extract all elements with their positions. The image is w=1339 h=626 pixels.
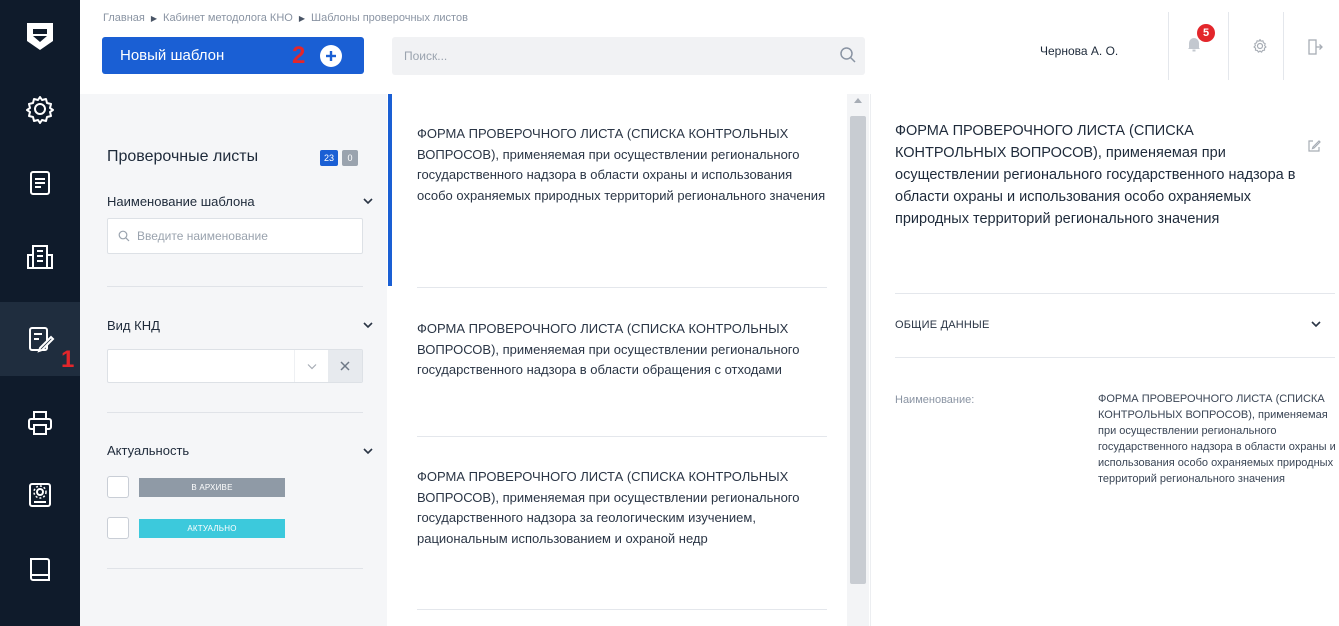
printer-icon xyxy=(28,411,52,435)
count-badge-total: 23 xyxy=(320,150,339,166)
filter-panel-title: Проверочные листы xyxy=(107,148,259,165)
breadcrumb-home[interactable]: Главная xyxy=(103,12,145,24)
select-arrow-icon[interactable] xyxy=(294,350,328,382)
header-divider xyxy=(1168,12,1169,80)
sidebar-item-settings[interactable] xyxy=(0,72,80,146)
detail-title: ФОРМА ПРОВЕРОЧНОГО ЛИСТА (СПИСКА КОНТРОЛ… xyxy=(895,123,1296,227)
divider xyxy=(895,357,1335,358)
actual-checkbox[interactable] xyxy=(107,517,129,539)
book-icon xyxy=(30,558,50,581)
logo[interactable] xyxy=(0,0,80,72)
relevance-label: Актуальность xyxy=(107,443,190,458)
breadcrumb-cabinet[interactable]: Кабинет методолога КНО xyxy=(163,12,293,24)
clear-icon[interactable] xyxy=(328,350,362,382)
sidebar-item-reference[interactable] xyxy=(0,458,80,532)
sidebar: 1 xyxy=(0,0,80,626)
chevron-down-icon[interactable] xyxy=(363,321,373,329)
app-window: 1 Главная ▶ Кабинет методолога КНО ▶ Шаб… xyxy=(0,0,1339,626)
sidebar-item-handbook[interactable] xyxy=(0,532,80,606)
sidebar-item-checklists[interactable]: 1 xyxy=(0,302,80,376)
template-name-field[interactable]: Введите наименование xyxy=(107,218,363,254)
divider xyxy=(417,287,827,288)
sidebar-item-documents[interactable] xyxy=(0,146,80,220)
name-field-label: Наименование: xyxy=(895,394,975,406)
annotation-marker-1: 1 xyxy=(61,346,75,373)
knd-select-value[interactable] xyxy=(108,350,294,382)
breadcrumb-separator-icon: ▶ xyxy=(150,13,158,23)
divider xyxy=(107,412,363,413)
divider xyxy=(107,286,363,287)
divider xyxy=(417,609,827,610)
breadcrumb-current: Шаблоны проверочных листов xyxy=(311,12,468,24)
name-field-value: ФОРМА ПРОВЕРОЧНОГО ЛИСТА (СПИСКА КОНТРОЛ… xyxy=(1098,393,1336,485)
list-item[interactable]: ФОРМА ПРОВЕРОЧНОГО ЛИСТА (СПИСКА КОНТРОЛ… xyxy=(417,319,827,381)
detail-panel: ФОРМА ПРОВЕРОЧНОГО ЛИСТА (СПИСКА КОНТРОЛ… xyxy=(870,94,1339,626)
knd-select[interactable] xyxy=(107,349,363,383)
edit-icon[interactable] xyxy=(1307,139,1321,153)
header-divider xyxy=(1283,12,1284,80)
annotation-marker-2: 2 xyxy=(292,42,306,69)
template-name-label: Наименование шаблона xyxy=(107,194,255,209)
search-icon[interactable] xyxy=(839,46,857,64)
breadcrumb: Главная ▶ Кабинет методолога КНО ▶ Шабло… xyxy=(103,12,468,24)
logout-icon[interactable] xyxy=(1307,38,1323,56)
settings-book-icon xyxy=(29,483,51,507)
chevron-down-icon[interactable] xyxy=(363,197,373,205)
list-item[interactable]: ФОРМА ПРОВЕРОЧНОГО ЛИСТА (СПИСКА КОНТРОЛ… xyxy=(417,124,827,206)
search-box xyxy=(392,37,865,75)
divider xyxy=(895,293,1335,294)
template-name-placeholder: Введите наименование xyxy=(137,229,268,243)
active-item-indicator xyxy=(388,94,392,286)
archive-tag: В АРХИВЕ xyxy=(139,477,285,497)
new-template-label: Новый шаблон xyxy=(120,47,225,64)
divider xyxy=(107,568,363,569)
search-input[interactable] xyxy=(392,37,832,75)
header-divider xyxy=(1228,12,1229,80)
document-list-icon xyxy=(30,171,50,195)
sidebar-item-organizations[interactable] xyxy=(0,220,80,294)
gear-icon[interactable] xyxy=(1252,38,1268,54)
divider xyxy=(417,436,827,437)
building-icon xyxy=(27,245,53,269)
breadcrumb-separator-icon: ▶ xyxy=(298,13,305,23)
search-icon xyxy=(118,230,130,242)
checklist-list: ФОРМА ПРОВЕРОЧНОГО ЛИСТА (СПИСКА КОНТРОЛ… xyxy=(388,94,858,626)
count-badge-other: 0 xyxy=(342,150,358,166)
general-data-section-header[interactable]: ОБЩИЕ ДАННЫЕ xyxy=(895,319,990,331)
filter-panel: Проверочные листы 23 0 Наименование шабл… xyxy=(80,94,387,626)
notification-badge: 5 xyxy=(1197,24,1215,42)
settings-icon xyxy=(26,96,54,124)
actual-filter-row: АКТУАЛЬНО xyxy=(107,517,285,539)
plus-circle-icon[interactable] xyxy=(320,45,342,67)
archive-filter-row: В АРХИВЕ xyxy=(107,476,285,498)
chevron-down-icon[interactable] xyxy=(1311,320,1321,328)
knd-label: Вид КНД xyxy=(107,318,160,333)
sidebar-item-print[interactable] xyxy=(0,386,80,460)
archive-checkbox[interactable] xyxy=(107,476,129,498)
scroll-up-arrow-icon[interactable] xyxy=(854,98,862,103)
shield-logo-icon xyxy=(27,23,53,50)
user-name[interactable]: Чернова А. О. xyxy=(1040,44,1118,58)
checklist-edit-icon xyxy=(29,327,55,353)
chevron-down-icon[interactable] xyxy=(363,447,373,455)
scrollbar-thumb[interactable] xyxy=(850,116,866,584)
list-item[interactable]: ФОРМА ПРОВЕРОЧНОГО ЛИСТА (СПИСКА КОНТРОЛ… xyxy=(417,467,827,549)
actual-tag: АКТУАЛЬНО xyxy=(139,518,285,538)
